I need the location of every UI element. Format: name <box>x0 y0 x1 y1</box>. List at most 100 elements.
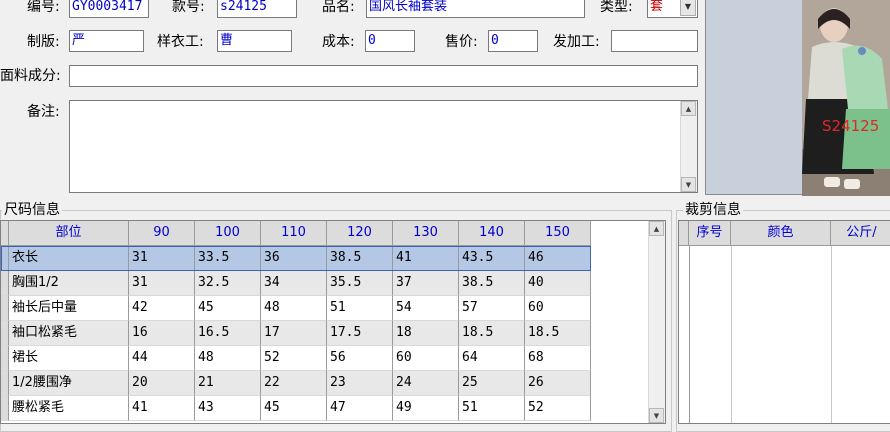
scroll-up-icon[interactable]: ▲ <box>681 101 696 116</box>
price-field[interactable]: 0 <box>488 30 538 52</box>
column-header[interactable]: 100 <box>195 221 261 246</box>
table-row[interactable]: 袖口松紧毛 16 16.5 17 17.5 18 18.5 18.5 <box>1 321 591 346</box>
size-value-cell[interactable]: 25 <box>459 371 525 396</box>
row-indicator[interactable] <box>1 271 9 296</box>
column-header[interactable]: 120 <box>327 221 393 246</box>
size-value-cell[interactable]: 60 <box>525 296 591 321</box>
scroll-down-icon[interactable]: ▼ <box>649 408 664 423</box>
size-value-cell[interactable]: 45 <box>261 396 327 421</box>
size-value-cell[interactable]: 56 <box>327 346 393 371</box>
size-value-cell[interactable]: 17.5 <box>327 321 393 346</box>
size-value-cell[interactable]: 32.5 <box>195 271 261 296</box>
row-indicator[interactable] <box>1 371 9 396</box>
column-header[interactable]: 公斤/ <box>831 221 890 246</box>
size-value-cell[interactable]: 44 <box>129 346 195 371</box>
size-value-cell[interactable]: 45 <box>195 296 261 321</box>
table-row[interactable]: 1/2腰围净 20 21 22 23 24 25 26 <box>1 371 591 396</box>
column-header[interactable]: 140 <box>459 221 525 246</box>
part-cell[interactable]: 袖口松紧毛 <box>9 321 129 346</box>
size-value-cell[interactable]: 47 <box>327 396 393 421</box>
size-value-cell[interactable]: 54 <box>393 296 459 321</box>
size-value-cell[interactable]: 60 <box>393 346 459 371</box>
scroll-up-icon[interactable]: ▲ <box>649 221 664 236</box>
size-value-cell[interactable]: 37 <box>393 271 459 296</box>
size-value-cell[interactable]: 34 <box>261 271 327 296</box>
size-value-cell[interactable]: 16 <box>129 321 195 346</box>
column-header[interactable]: 110 <box>261 221 327 246</box>
row-indicator[interactable] <box>1 296 9 321</box>
column-header[interactable]: 序号 <box>689 221 731 246</box>
cut-grid[interactable]: 序号 颜色 公斤/ <box>678 220 890 424</box>
column-header[interactable]: 部位 <box>9 221 129 246</box>
size-value-cell[interactable]: 23 <box>327 371 393 396</box>
cost-field[interactable]: 0 <box>365 30 415 52</box>
row-indicator[interactable] <box>1 346 9 371</box>
remark-scrollbar[interactable]: ▲ ▼ <box>680 101 697 192</box>
size-value-cell[interactable]: 20 <box>129 371 195 396</box>
size-value-cell[interactable]: 43.5 <box>459 246 525 271</box>
size-grid[interactable]: 部位 90 100 110 120 130 140 150 衣长 31 33.5 36… <box>0 220 666 424</box>
product-name-field[interactable]: 国风长袖套装 <box>366 0 585 18</box>
part-cell[interactable]: 胸围1/2 <box>9 271 129 296</box>
row-indicator[interactable] <box>1 321 9 346</box>
size-value-cell[interactable]: 17 <box>261 321 327 346</box>
pattern-maker-field[interactable]: 严 <box>69 30 144 52</box>
size-value-cell[interactable]: 18.5 <box>459 321 525 346</box>
size-value-cell[interactable]: 49 <box>393 396 459 421</box>
size-value-cell[interactable]: 48 <box>195 346 261 371</box>
chevron-down-icon[interactable]: ▼ <box>680 0 696 16</box>
size-value-cell[interactable]: 51 <box>459 396 525 421</box>
row-indicator[interactable] <box>1 246 9 271</box>
size-value-cell[interactable]: 31 <box>129 246 195 271</box>
size-value-cell[interactable]: 33.5 <box>195 246 261 271</box>
size-value-cell[interactable]: 68 <box>525 346 591 371</box>
code-field[interactable]: GY0003417 <box>69 0 149 18</box>
type-select[interactable]: 套 ▼ <box>647 0 698 18</box>
size-value-cell[interactable]: 52 <box>525 396 591 421</box>
size-value-cell[interactable]: 24 <box>393 371 459 396</box>
size-value-cell[interactable]: 16.5 <box>195 321 261 346</box>
size-value-cell[interactable]: 48 <box>261 296 327 321</box>
size-value-cell[interactable]: 38.5 <box>327 246 393 271</box>
part-cell[interactable]: 裙长 <box>9 346 129 371</box>
size-value-cell[interactable]: 43 <box>195 396 261 421</box>
size-value-cell[interactable]: 35.5 <box>327 271 393 296</box>
size-value-cell[interactable]: 38.5 <box>459 271 525 296</box>
size-value-cell[interactable]: 52 <box>261 346 327 371</box>
size-value-cell[interactable]: 57 <box>459 296 525 321</box>
sample-worker-field[interactable]: 曹 <box>217 30 292 52</box>
part-cell[interactable]: 腰松紧毛 <box>9 396 129 421</box>
part-cell[interactable]: 1/2腰围净 <box>9 371 129 396</box>
size-value-cell[interactable]: 21 <box>195 371 261 396</box>
size-value-cell[interactable]: 18 <box>393 321 459 346</box>
remark-textarea[interactable]: ▲ ▼ <box>69 100 698 193</box>
size-value-cell[interactable]: 18.5 <box>525 321 591 346</box>
size-value-cell[interactable]: 64 <box>459 346 525 371</box>
size-value-cell[interactable]: 40 <box>525 271 591 296</box>
table-row[interactable]: 腰松紧毛 41 43 45 47 49 51 52 <box>1 396 591 421</box>
size-value-cell[interactable]: 41 <box>129 396 195 421</box>
size-value-cell[interactable]: 36 <box>261 246 327 271</box>
column-header[interactable]: 130 <box>393 221 459 246</box>
table-row[interactable]: 裙长 44 48 52 56 60 64 68 <box>1 346 591 371</box>
size-grid-scrollbar[interactable]: ▲ ▼ <box>648 221 665 423</box>
part-cell[interactable]: 衣长 <box>9 246 129 271</box>
processor-field[interactable] <box>611 30 698 52</box>
style-number-field[interactable]: s24125 <box>217 0 297 18</box>
table-row[interactable]: 袖长后中量 42 45 48 51 54 57 60 <box>1 296 591 321</box>
size-value-cell[interactable]: 51 <box>327 296 393 321</box>
row-indicator[interactable] <box>1 396 9 421</box>
size-value-cell[interactable]: 42 <box>129 296 195 321</box>
fabric-field[interactable] <box>69 65 698 87</box>
part-cell[interactable]: 袖长后中量 <box>9 296 129 321</box>
table-row[interactable]: 衣长 31 33.5 36 38.5 41 43.5 46 <box>1 246 591 271</box>
size-value-cell[interactable]: 46 <box>525 246 591 271</box>
table-row[interactable]: 胸围1/2 31 32.5 34 35.5 37 38.5 40 <box>1 271 591 296</box>
size-value-cell[interactable]: 26 <box>525 371 591 396</box>
size-value-cell[interactable]: 41 <box>393 246 459 271</box>
scroll-down-icon[interactable]: ▼ <box>681 177 696 192</box>
size-value-cell[interactable]: 31 <box>129 271 195 296</box>
column-header[interactable]: 150 <box>525 221 591 246</box>
size-value-cell[interactable]: 22 <box>261 371 327 396</box>
column-header[interactable]: 90 <box>129 221 195 246</box>
